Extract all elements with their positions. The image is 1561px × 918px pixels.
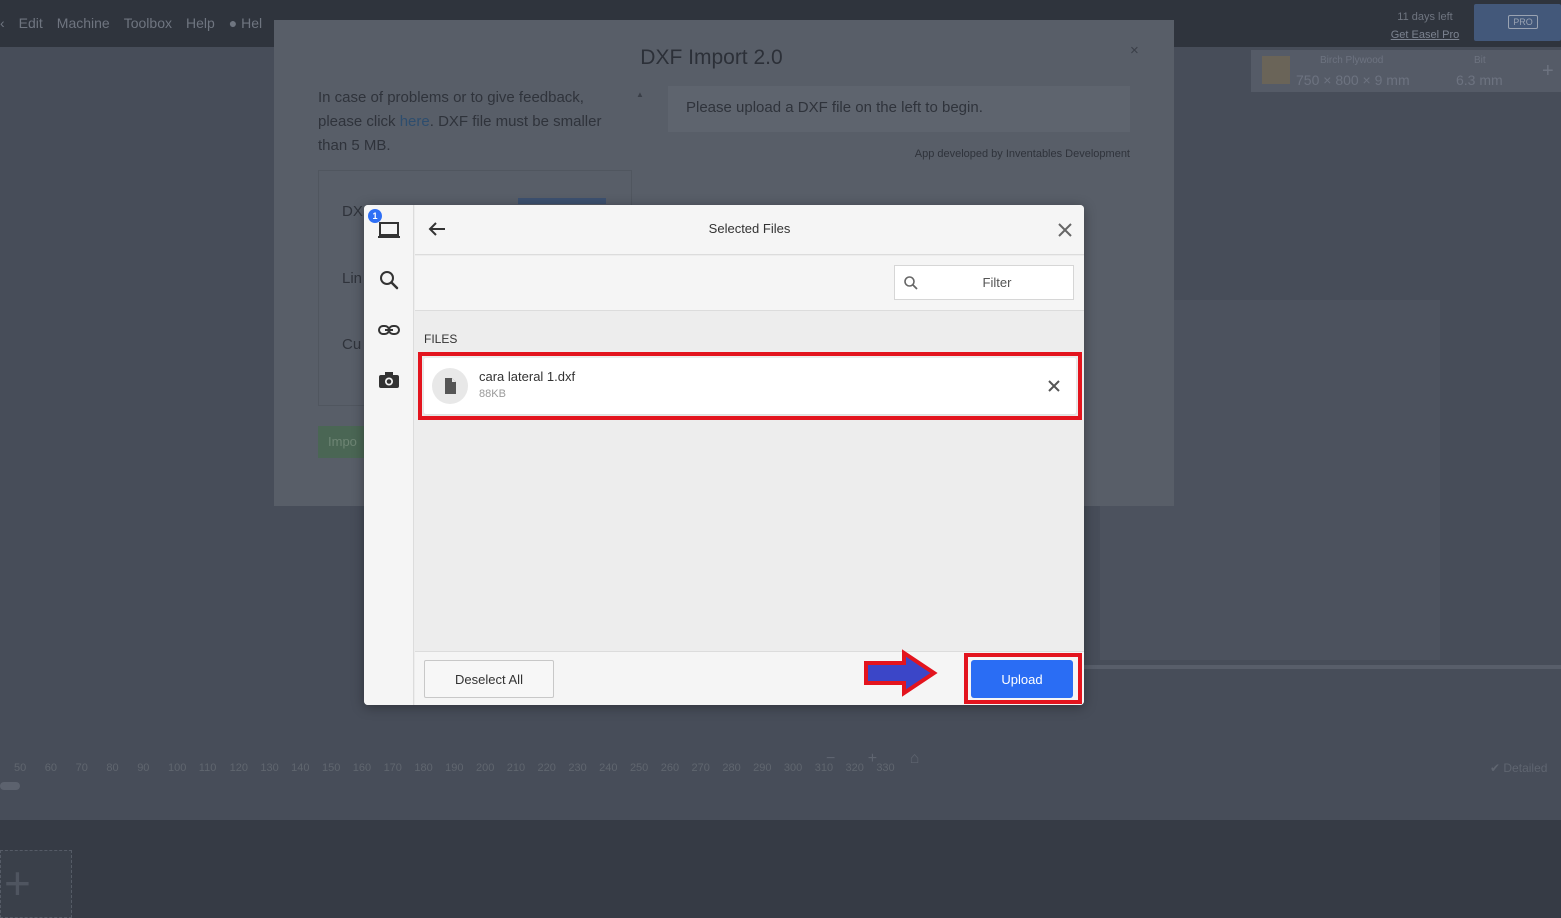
ruler-tick: 220	[537, 762, 556, 774]
dxf-row-label-file: DX	[342, 203, 363, 220]
ruler-tick: 130	[260, 762, 279, 774]
material-value: 750 × 800 × 9 mm	[1296, 72, 1410, 88]
ruler-tick: 200	[475, 762, 495, 774]
files-section-label: FILES	[424, 332, 458, 346]
camera-icon[interactable]	[376, 367, 402, 393]
picker-header: Selected Files	[415, 205, 1084, 255]
dxf-dialog-title: DXF Import 2.0	[640, 46, 783, 69]
dxf-close-icon[interactable]: ×	[1130, 42, 1139, 59]
ruler-tick: 160	[352, 762, 372, 774]
pro-chip: PRO	[1508, 15, 1538, 29]
dxf-row-label-lines: Lin	[342, 270, 363, 287]
ruler-tick: 70	[75, 762, 88, 774]
menu-edit[interactable]: Edit	[19, 15, 43, 31]
ruler-tick: 170	[383, 762, 402, 774]
zoom-controls[interactable]: − + ⌂	[826, 750, 933, 768]
ruler-tick: 260	[660, 762, 680, 774]
close-icon[interactable]	[1053, 218, 1077, 242]
material-swatch	[1262, 56, 1290, 84]
get-pro-link[interactable]: Get Easel Pro	[1391, 29, 1459, 41]
ruler-tick: 80	[106, 762, 119, 774]
pointer-arrow-icon	[862, 649, 938, 697]
ruler-tick: 180	[414, 762, 433, 774]
ruler-tick: 90	[137, 762, 150, 774]
filter-search-icon	[903, 275, 919, 291]
add-material-icon[interactable]: +	[1542, 60, 1554, 83]
trial-days: 11 days left	[1397, 11, 1453, 23]
canvas-scrollbar[interactable]	[1080, 665, 1561, 669]
dxf-upload-message: Please upload a DXF file on the left to …	[668, 86, 1130, 132]
ruler-tick: 270	[691, 762, 710, 774]
ruler: 50 60 70 80 90 100 110 120 130 140 150 160 170 180 190…	[14, 762, 907, 774]
filter-input[interactable]	[927, 266, 1067, 299]
main-menu: ‹ Edit Machine Toolbox Help ● Hel	[0, 15, 262, 31]
menu-toolbox[interactable]: Toolbox	[124, 15, 172, 31]
ruler-tick: 190	[445, 762, 464, 774]
detailed-toggle[interactable]: ✔ Detailed	[1490, 761, 1547, 775]
menu-help[interactable]: Help	[186, 15, 215, 31]
upload-highlight-box	[964, 653, 1082, 704]
dxf-intro-text: In case of problems or to give feedback,…	[318, 86, 618, 158]
material-label: Birch Plywood	[1320, 55, 1384, 66]
trial-info: 11 days left Get Easel Pro	[1380, 8, 1470, 44]
ruler-tick: 50	[14, 762, 27, 774]
menu-machine[interactable]: Machine	[57, 15, 110, 31]
deselect-all-button[interactable]: Deselect All	[424, 660, 554, 698]
menu-back[interactable]: ‹	[0, 15, 5, 31]
search-icon[interactable]	[376, 267, 402, 293]
ruler-tick: 230	[568, 762, 587, 774]
bottom-panel	[0, 820, 1561, 918]
ruler-tick: 140	[291, 762, 310, 774]
file-picker-dialog: 1 Selected Files FILES car	[364, 205, 1084, 705]
dxf-row-label-cut: Cu	[342, 336, 362, 353]
bit-label: Bit	[1474, 55, 1486, 66]
bit-value: 6.3 mm	[1456, 72, 1503, 88]
selected-count-badge: 1	[368, 209, 382, 223]
ruler-tick: 290	[753, 762, 772, 774]
scroll-up-icon[interactable]: ▲	[636, 90, 644, 99]
plus-icon: +	[4, 857, 31, 909]
ruler-tick: 60	[44, 762, 58, 774]
ruler-tick: 280	[722, 762, 741, 774]
filter-field[interactable]	[894, 265, 1074, 300]
file-highlight-box	[418, 352, 1082, 420]
feedback-link[interactable]: here	[400, 113, 430, 130]
ruler-tick: 240	[599, 762, 618, 774]
ruler-tick: 210	[506, 762, 526, 774]
link-icon[interactable]	[376, 317, 402, 343]
source-sidebar: 1	[364, 205, 414, 705]
dxf-credit: App developed by Inventables Development	[914, 148, 1130, 160]
filter-bar	[415, 256, 1084, 311]
dxf-choose-file-button[interactable]	[518, 198, 606, 204]
ruler-tick: 300	[783, 762, 803, 774]
ruler-scrollbar[interactable]	[0, 782, 20, 790]
ruler-tick: 120	[229, 762, 248, 774]
ruler-tick: 100	[167, 762, 187, 774]
picker-title: Selected Files	[708, 221, 791, 236]
menu-help-center[interactable]: ● Hel	[229, 15, 262, 31]
ruler-tick: 250	[629, 762, 649, 774]
ruler-tick: 110	[198, 762, 217, 774]
ruler-tick: 150	[321, 762, 341, 774]
